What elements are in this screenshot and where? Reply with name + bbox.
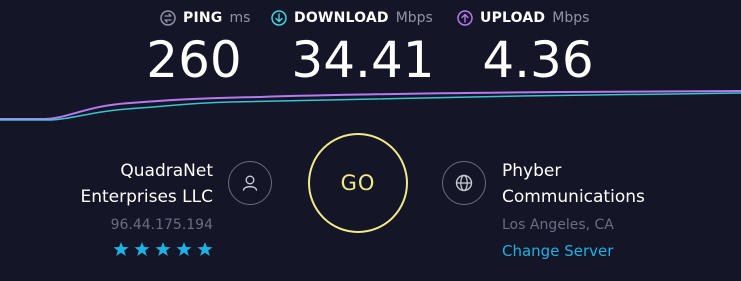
ping-label: PING bbox=[183, 10, 223, 26]
globe-icon bbox=[455, 174, 473, 192]
star-icon[interactable] bbox=[176, 241, 192, 257]
download-graph-line bbox=[0, 92, 741, 121]
ping-unit: ms bbox=[229, 10, 251, 26]
upload-metric: UPLOAD Mbps bbox=[457, 8, 589, 28]
server-name-line1: Phyber bbox=[502, 161, 562, 181]
user-icon bbox=[242, 175, 258, 191]
upload-icon bbox=[457, 10, 473, 26]
isp-name: QuadraNet Enterprises LLC bbox=[13, 158, 213, 210]
ping-metric: PING ms bbox=[160, 8, 250, 28]
go-button[interactable]: GO bbox=[308, 133, 408, 233]
upload-unit: Mbps bbox=[552, 10, 590, 26]
isp-name-line1: QuadraNet bbox=[120, 161, 213, 181]
ping-header: PING ms bbox=[160, 8, 250, 28]
upload-header: UPLOAD Mbps bbox=[457, 8, 589, 28]
server-name-line2: Communications bbox=[502, 187, 645, 207]
isp-rating[interactable] bbox=[113, 241, 213, 257]
isp-name-line2: Enterprises LLC bbox=[80, 187, 213, 207]
download-header: DOWNLOAD Mbps bbox=[271, 8, 433, 28]
download-icon bbox=[271, 10, 287, 26]
speed-graph bbox=[0, 90, 741, 121]
server-name: Phyber Communications bbox=[502, 158, 722, 210]
star-icon[interactable] bbox=[113, 241, 129, 257]
server-globe-button[interactable] bbox=[442, 161, 486, 205]
server-location: Los Angeles, CA bbox=[502, 217, 614, 233]
isp-user-button[interactable] bbox=[228, 161, 272, 205]
ping-icon bbox=[160, 10, 176, 26]
download-metric: DOWNLOAD Mbps bbox=[271, 8, 433, 28]
download-label: DOWNLOAD bbox=[294, 10, 389, 26]
download-unit: Mbps bbox=[395, 10, 433, 26]
upload-label: UPLOAD bbox=[480, 10, 546, 26]
star-icon[interactable] bbox=[197, 241, 213, 257]
star-icon[interactable] bbox=[155, 241, 171, 257]
star-icon[interactable] bbox=[134, 241, 150, 257]
isp-ip-address: 96.44.175.194 bbox=[110, 217, 213, 233]
change-server-link[interactable]: Change Server bbox=[502, 242, 613, 260]
